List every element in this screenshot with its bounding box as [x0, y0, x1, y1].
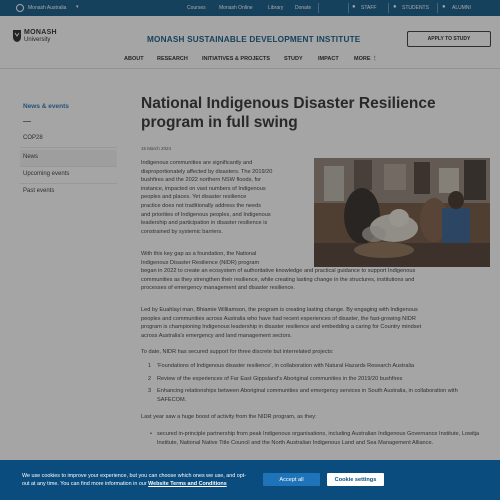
divider — [437, 3, 438, 13]
sidebar-item-past-events[interactable]: Past events — [23, 188, 54, 194]
nav-more[interactable]: MORE — [354, 56, 371, 62]
paragraph-to-date: To date, NIDR has secured support for th… — [141, 349, 334, 355]
sidebar-dash — [23, 121, 31, 122]
sidebar-item-news[interactable]: News — [20, 150, 117, 166]
cookie-banner: We use cookies to improve your experienc… — [0, 460, 500, 500]
chevron-down-icon[interactable]: ▾ — [76, 4, 79, 10]
link-library[interactable]: Library — [268, 5, 283, 11]
nav-research[interactable]: RESEARCH — [157, 56, 188, 62]
activities-list: secured in-principle partnership from pe… — [148, 430, 488, 447]
cookie-settings-button[interactable]: Cookie settings — [327, 473, 384, 486]
alumni-icon: ● — [442, 4, 446, 10]
apply-to-study-button[interactable]: APPLY TO STUDY — [407, 31, 491, 47]
list-item: 2 Review of the experiences of Far East G… — [148, 375, 403, 382]
paragraph-leadership: Led by Euahlayi man, Bhiamie Williamson,… — [141, 307, 422, 339]
nav-about[interactable]: ABOUT — [124, 56, 144, 62]
link-donate[interactable]: Donate — [295, 5, 311, 11]
link-students[interactable]: STUDENTS — [402, 5, 429, 11]
globe-icon[interactable] — [16, 4, 24, 12]
divider — [20, 147, 117, 148]
list-item: 1 'Foundations of Indigenous disaster res… — [148, 363, 415, 369]
logo-wordmark[interactable]: MONASH — [24, 29, 57, 36]
link-monash-online[interactable]: Monash Online — [219, 5, 253, 11]
link-courses[interactable]: Courses — [187, 5, 206, 11]
divider — [20, 166, 117, 167]
divider — [388, 3, 389, 13]
sidebar-item-cop28[interactable]: COP28 — [23, 135, 43, 141]
page-title: National Indigenous Disaster Resilience … — [141, 95, 436, 131]
terms-link[interactable]: Website Terms and Conditions — [148, 481, 227, 487]
region-selector[interactable]: Monash Australia — [28, 5, 66, 11]
site-title[interactable]: MONASH SUSTAINABLE DEVELOPMENT INSTITUTE — [147, 35, 360, 44]
link-staff[interactable]: STAFF — [361, 5, 376, 11]
nav-initiatives-projects[interactable]: INITIATIVES & PROJECTS — [202, 56, 270, 62]
divider — [318, 3, 319, 13]
paragraph-foundation-cont: began in 2022 to create an ecosystem of … — [141, 268, 416, 292]
students-icon: ● — [393, 4, 397, 10]
list-item: secured in-principle partnership from pe… — [148, 430, 488, 447]
header-divider — [0, 68, 500, 69]
staff-icon: ● — [352, 4, 356, 10]
article-date: 15 March 2024 — [141, 146, 172, 151]
paragraph-last-year: Last year saw a huge boost of activity f… — [141, 414, 317, 420]
sidebar-title[interactable]: News & events — [23, 103, 69, 110]
link-alumni[interactable]: ALUMNI — [452, 5, 471, 11]
more-menu-icon[interactable]: ⋮ — [372, 56, 378, 62]
paragraph-intro: Indigenous communities are significantly… — [141, 160, 273, 235]
logo-subtitle[interactable]: University — [24, 37, 50, 43]
projects-list: 1 'Foundations of Indigenous disaster res… — [148, 362, 488, 408]
sidebar-item-upcoming-events[interactable]: Upcoming events — [23, 171, 69, 177]
nav-study[interactable]: STUDY — [284, 56, 303, 62]
cookie-message: We use cookies to improve your experienc… — [22, 473, 247, 487]
paragraph-foundation: With this key gap as a foundation, the N… — [141, 251, 260, 266]
utility-bar: Monash Australia ▾ Courses Monash Online… — [0, 0, 500, 16]
list-item: 3 Enhancing relationships between Aborigi… — [148, 388, 458, 403]
divider — [348, 3, 349, 13]
monash-shield-icon[interactable] — [12, 29, 22, 43]
article-photo — [314, 158, 490, 267]
accept-all-button[interactable]: Accept all — [263, 473, 320, 486]
nav-impact[interactable]: IMPACT — [318, 56, 339, 62]
divider — [20, 183, 117, 184]
